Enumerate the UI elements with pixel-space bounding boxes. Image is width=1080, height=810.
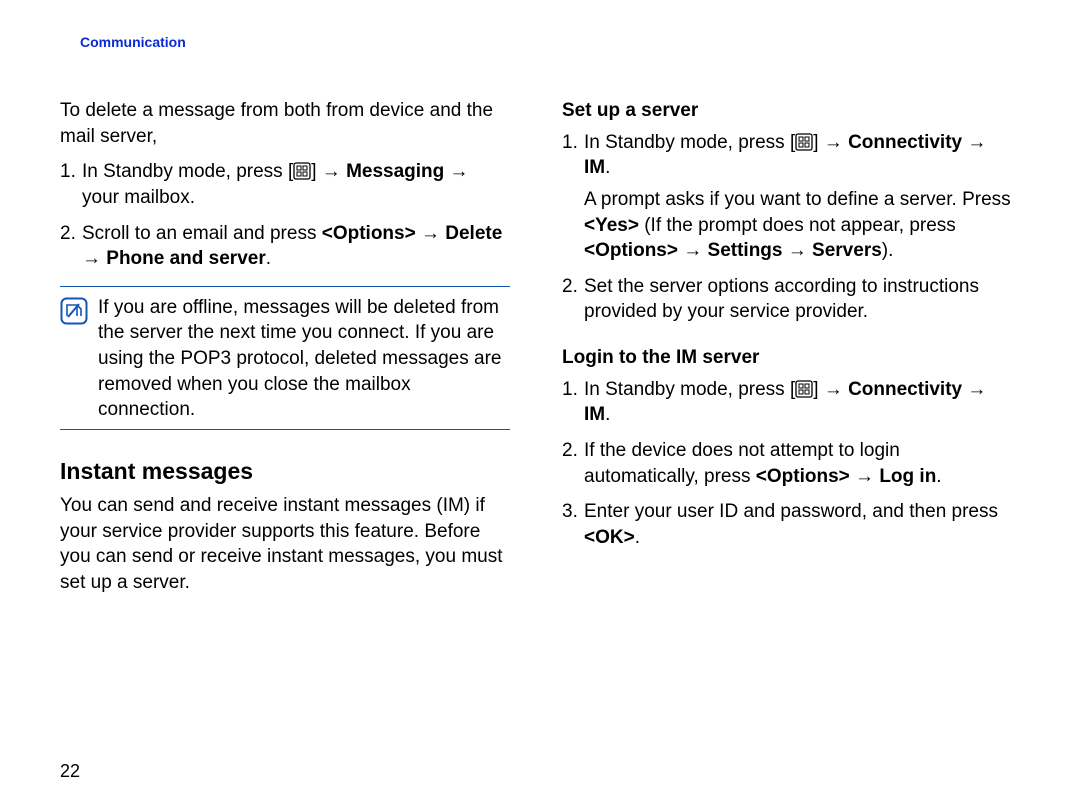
delete-steps: 1. In Standby mode, press [] → Messaging…: [60, 159, 510, 272]
menu-key-icon: [795, 380, 813, 398]
intro-text: To delete a message from both from devic…: [60, 98, 510, 149]
step-1: 1. In Standby mode, press [] → Messaging…: [60, 159, 510, 210]
step-number: 3.: [562, 499, 578, 525]
step-text: If the device does not attempt to login …: [584, 440, 942, 487]
instant-messages-body: You can send and receive instant message…: [60, 493, 510, 596]
arrow-icon: →: [824, 379, 843, 400]
step-text: In Standby mode, press [] → Connectivity…: [584, 132, 986, 179]
note-box: If you are offline, messages will be del…: [60, 286, 510, 430]
step-text: In Standby mode, press [] → Messaging → …: [82, 161, 469, 208]
step-number: 2.: [562, 438, 578, 464]
section-header: Communication: [80, 34, 1030, 50]
note-icon: [60, 295, 88, 423]
login-step-2: 2. If the device does not attempt to log…: [562, 438, 1012, 489]
step-number: 2.: [562, 274, 578, 300]
arrow-icon: →: [824, 132, 843, 153]
setup-steps: 1. In Standby mode, press [] → Connectiv…: [562, 130, 1012, 325]
page-number: 22: [60, 761, 80, 782]
right-column: Set up a server 1. In Standby mode, pres…: [562, 98, 1012, 606]
arrow-icon: →: [322, 161, 341, 182]
prompt-text: A prompt asks if you want to define a se…: [584, 189, 1011, 261]
step-2: 2. Scroll to an email and press <Options…: [60, 221, 510, 272]
login-step-3: 3. Enter your user ID and password, and …: [562, 499, 1012, 550]
step-text: Enter your user ID and password, and the…: [584, 501, 998, 548]
instant-messages-heading: Instant messages: [60, 456, 510, 487]
setup-server-heading: Set up a server: [562, 98, 1012, 124]
login-heading: Login to the IM server: [562, 345, 1012, 371]
menu-key-icon: [293, 162, 311, 180]
step-number: 1.: [562, 377, 578, 403]
step-text: Scroll to an email and press <Options> →…: [82, 223, 502, 270]
login-step-1: 1. In Standby mode, press [] → Connectiv…: [562, 377, 1012, 428]
note-text: If you are offline, messages will be del…: [98, 295, 510, 423]
setup-step-1: 1. In Standby mode, press [] → Connectiv…: [562, 130, 1012, 264]
login-steps: 1. In Standby mode, press [] → Connectiv…: [562, 377, 1012, 551]
step-text: In Standby mode, press [] → Connectivity…: [584, 379, 986, 426]
step-number: 1.: [60, 159, 76, 185]
step-number: 1.: [562, 130, 578, 156]
manual-page: Communication To delete a message from b…: [0, 0, 1080, 810]
menu-key-icon: [795, 133, 813, 151]
step-text: Set the server options according to inst…: [584, 276, 979, 323]
setup-step-2: 2. Set the server options according to i…: [562, 274, 1012, 325]
two-column-layout: To delete a message from both from devic…: [60, 98, 1030, 606]
left-column: To delete a message from both from devic…: [60, 98, 510, 606]
step-number: 2.: [60, 221, 76, 247]
